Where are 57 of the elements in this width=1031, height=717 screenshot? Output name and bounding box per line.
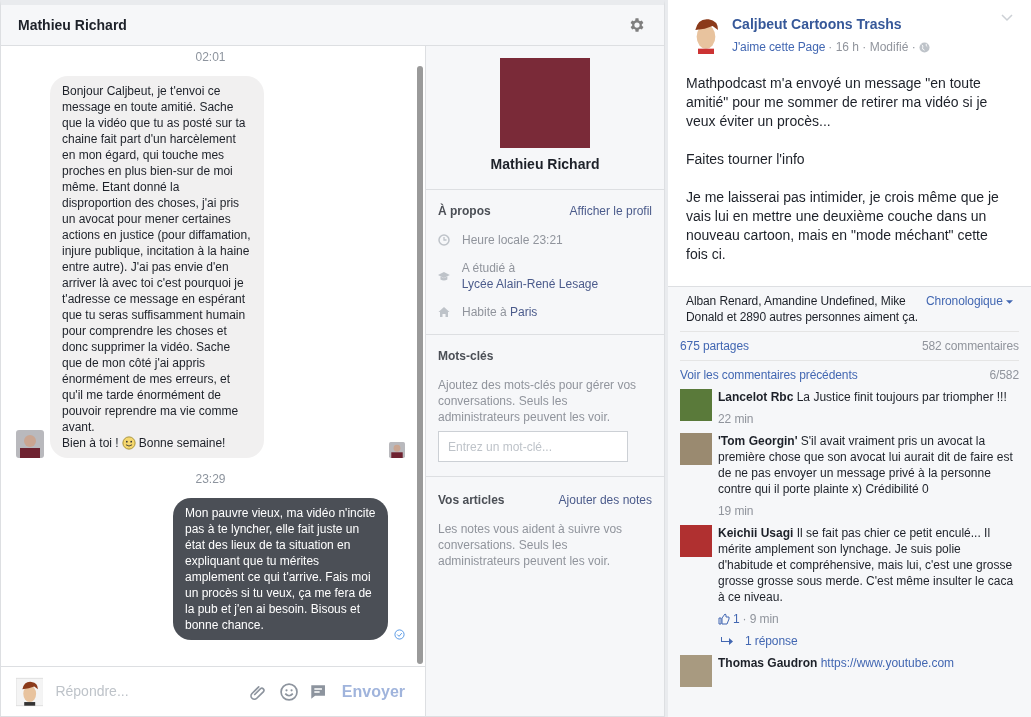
comment-text: Thomas Gaudron https://www.youtube.com [718, 655, 956, 671]
settings-icon[interactable] [628, 16, 646, 34]
add-notes-link[interactable]: Ajouter des notes [558, 491, 652, 509]
comment-time: · 9 min [742, 611, 779, 627]
comment-text: Lancelot Rbc La Justice finit toujours par triompher !!! [718, 389, 1008, 405]
smiley-icon [121, 436, 136, 450]
timestamp: 23:29 [194, 471, 227, 488]
post-text: Mathpodcast m'a envoyé un message "en toute amitié" pour me sommer de retirer ma vidéo si je veux éviter un procès... [686, 74, 989, 131]
page-name[interactable]: Caljbeut Cartoons Trashs [732, 14, 995, 35]
profile-link[interactable]: Afficher le profil [569, 202, 652, 220]
comment-time: 22 min [718, 411, 754, 427]
notes-description: Les notes vous aident à suivre vos conversations. Seuls les administrateurs peuvent les voir. [438, 521, 624, 569]
info-text: Habite à Paris [462, 304, 538, 320]
comment-text: 'Tom Georgin' S'il avait vraiment pris un avocat la première chose que son avocat lui aurait dit de faire est de ne pas envoyer un message privé à la personne contre qui il porte plainte x) Crédibilité 0 [718, 433, 1014, 497]
comment-time: 19 min [718, 503, 754, 519]
message-text: Bonjour Caljbeut, je t'envoi ce message en toute amitié. Sache que la vidéo que tu as posté sur ta chaine fait part d'un harcèlement en mon égard, qui touche mes proches en plus bien-sur de moi même. Etant donné la disproportion des choses, j'ai pris un avocat pour mener certaines actions en justice (pour diffamation, injure publique, incitation à la haine entre autre). J'ai pas envie d'en arriver là avec toi c'est pourquoi je t'adresse ce message en espérant que tu seras suffisamment humain pour comprendre les choses et donc supprimer la vidéo. Sache que de mon côté j'ai appris énormément de mes erreurs, et qu'il me tarde énormément de pouvoir reprendre ma vie comme avant. [62, 83, 252, 435]
info-link[interactable]: Lycée Alain-René Lesage [461, 276, 599, 292]
replies-link[interactable]: 1 réponse [745, 633, 798, 649]
info-link[interactable]: Paris [510, 304, 538, 320]
comment-link[interactable]: https://www.youtube.com [820, 656, 955, 670]
post-text: Faites tourner l'info [686, 150, 806, 169]
message-text: Bonne semaine! [138, 435, 226, 451]
previous-comments-link[interactable]: Voir les commentaires précédents [680, 367, 858, 383]
timestamp: 02:01 [194, 49, 227, 66]
info-text: Heure locale 23:21 [462, 232, 563, 248]
smiley-icon[interactable] [278, 680, 299, 703]
person-avatar [16, 430, 44, 458]
section-heading: À propos [438, 202, 491, 220]
profile-name: Mathieu Richard [490, 155, 600, 174]
cartoon-avatar [16, 676, 44, 707]
message-text: Bien à toi ! [62, 435, 119, 451]
sort-dropdown[interactable]: Chronologique [926, 293, 1013, 325]
section-heading: Mots-clés [438, 348, 495, 365]
comment-counter: 6/582 [989, 367, 1019, 383]
shares-link[interactable]: 675 partages [680, 338, 749, 354]
thumbs-up-icon [718, 613, 730, 625]
caret-icon [1006, 299, 1013, 304]
clock-icon [438, 234, 450, 246]
comment-text: Keichii Usagi Il se fait pas chier ce petit enculé... Il mérite amplement son lynchage. Je suis polie d'habitude et compréhensive, mais lui, c'est une grosse grosse grosse sous merde. C'est même insulter le caca à ce niveau. [718, 525, 1015, 605]
post-text: Je me laisserai pas intimider, je crois même que je vais lui en mettre une deuxième couche dans un nouveau cartoon, mais en "mode méchant" cette fois ci. [686, 188, 1000, 264]
keyword-field[interactable]: Entrez un mot-clé... [438, 431, 628, 462]
graduation-cap-icon [438, 270, 450, 282]
post-meta: · 16 h · Modifié · [828, 39, 916, 56]
globe-icon [918, 41, 930, 53]
comment-count: 582 commentaires [921, 338, 1019, 354]
conversation-title: Mathieu Richard [18, 15, 127, 35]
keywords-description: Ajoutez des mots-clés pour gérer vos conversations. Seuls les administrateurs peuvent les voir. [438, 377, 638, 425]
like-page-link[interactable]: J'aime cette Page [732, 39, 826, 55]
reply-arrow-icon [721, 636, 733, 646]
scrollbar[interactable] [417, 66, 423, 664]
likes-summary: Alban Renard, Amandine Undefined, Mike Donald et 2890 autres personnes aiment ça. [686, 293, 919, 325]
chevron-down-icon[interactable] [1001, 14, 1013, 22]
info-text: A étudié à Lycée Alain-René Lesage [461, 260, 600, 292]
house-icon [438, 306, 450, 318]
message-bubble: Mon pauvre vieux, ma vidéo n'incite pas à te lyncher, elle fait juste un état des lieux de ta situation en expliquant que tu mérites amplement ce qui t'arrive. Fais moi un procès si tu veux, ça me fera de la pub et j'en ai besoin. Bisous et bonne chance. [173, 498, 388, 640]
like-count: 1 [733, 611, 740, 627]
section-heading: Vos articles [438, 492, 505, 509]
